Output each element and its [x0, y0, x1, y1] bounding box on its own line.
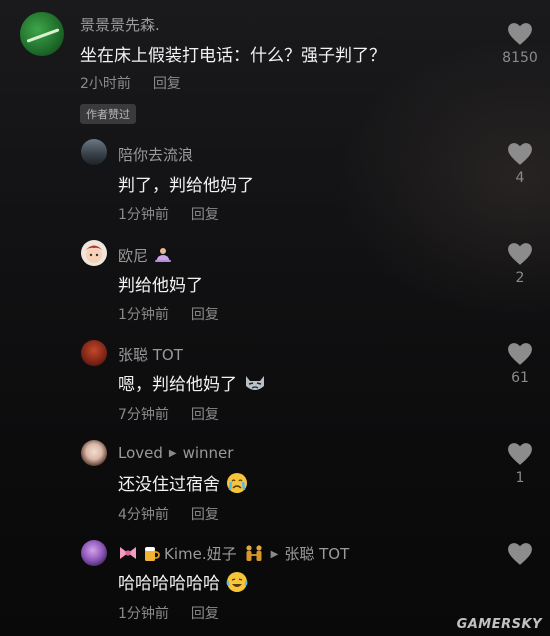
- comment-text-body: 嗯，判给他妈了: [118, 375, 237, 395]
- comment-time: 2小时前: [80, 76, 131, 92]
- comment-text: 还没住过宿舍: [118, 470, 248, 499]
- avatar[interactable]: [81, 440, 107, 466]
- comment-time: 1分钟前: [118, 606, 169, 622]
- like-count: 1: [515, 470, 525, 486]
- comment-text: 判了，判给他妈了: [118, 176, 254, 196]
- comment-text-body: 还没住过宿舍: [118, 475, 220, 495]
- cat-face-icon: [243, 372, 267, 399]
- heart-icon: [508, 543, 532, 565]
- reply-to-arrow-icon: ▶: [270, 549, 279, 560]
- watermark-logo: GAMERSKY: [456, 617, 542, 632]
- avatar[interactable]: [81, 139, 107, 165]
- comment-username[interactable]: Kime.妞子 ▶ 张聪 TOT: [118, 543, 349, 566]
- people-holding-hands-icon: [243, 544, 265, 566]
- comment-time: 4分钟前: [118, 507, 169, 523]
- ribbon-icon: [118, 545, 138, 565]
- comment-time: 7分钟前: [118, 407, 169, 423]
- like-count: 4: [515, 170, 525, 186]
- reply-to-username[interactable]: winner: [183, 444, 234, 462]
- beer-mug-icon: [142, 544, 160, 566]
- comment-time: 1分钟前: [118, 207, 169, 223]
- comment-meta: 4分钟前 回复: [118, 504, 219, 524]
- like-button[interactable]: 4: [495, 142, 545, 186]
- like-count: 61: [511, 370, 529, 386]
- comment-username[interactable]: 张聪 TOT: [118, 344, 183, 365]
- heart-icon: [508, 343, 532, 365]
- like-count: 2: [515, 270, 525, 286]
- author-liked-badge: 作者赞过: [80, 104, 136, 124]
- avatar[interactable]: [20, 12, 64, 56]
- reply-button[interactable]: 回复: [191, 606, 219, 622]
- comment-time: 1分钟前: [118, 307, 169, 323]
- comment-text: 嗯，判给他妈了: [118, 370, 267, 399]
- heart-icon: [508, 443, 532, 465]
- comment-username[interactable]: Loved ▶ winner: [118, 444, 233, 462]
- like-count: 8150: [502, 50, 538, 66]
- comment-username-text: Loved: [118, 444, 163, 462]
- comment-meta: 7分钟前 回复: [118, 404, 219, 424]
- comment-meta: 1分钟前 回复: [118, 603, 219, 623]
- reply-button[interactable]: 回复: [191, 207, 219, 223]
- heart-icon: [508, 23, 532, 45]
- avatar[interactable]: [81, 540, 107, 566]
- comment-username[interactable]: 陪你去流浪: [118, 144, 193, 165]
- avatar[interactable]: [81, 240, 107, 266]
- avatar[interactable]: [81, 340, 107, 366]
- comment-text: 坐在床上假装打电话：什么？强子判了？: [80, 46, 386, 66]
- comment-meta: 1分钟前 回复: [118, 204, 219, 224]
- reply-button[interactable]: 回复: [191, 407, 219, 423]
- comment-username[interactable]: 欧尼: [118, 245, 172, 267]
- laughing-crying-face-icon: [226, 571, 248, 598]
- like-button[interactable]: 8150: [495, 22, 545, 66]
- crying-face-icon: [226, 472, 248, 499]
- comment-username[interactable]: 景景景先森.: [80, 14, 160, 35]
- heart-icon: [508, 143, 532, 165]
- comment-username-text: 欧尼: [118, 247, 149, 265]
- comment-text-body: 哈哈哈哈哈哈: [118, 574, 220, 594]
- reply-to-arrow-icon: ▶: [168, 448, 177, 459]
- comment-meta: 1分钟前 回复: [118, 304, 219, 324]
- reply-to-username[interactable]: 张聪 TOT: [284, 545, 349, 563]
- like-button[interactable]: 61: [495, 342, 545, 386]
- comment-username-text: Kime.妞子: [164, 545, 237, 563]
- comment-text: 哈哈哈哈哈哈: [118, 569, 248, 598]
- reply-button[interactable]: 回复: [153, 76, 181, 92]
- heart-icon: [508, 243, 532, 265]
- reply-button[interactable]: 回复: [191, 507, 219, 523]
- meditating-person-icon: [154, 247, 172, 267]
- comment-meta: 2小时前 回复: [80, 73, 181, 93]
- like-button[interactable]: 2: [495, 242, 545, 286]
- like-button[interactable]: 1: [495, 442, 545, 486]
- like-button[interactable]: [495, 542, 545, 566]
- comment-text: 判给他妈了: [118, 276, 203, 296]
- reply-button[interactable]: 回复: [191, 307, 219, 323]
